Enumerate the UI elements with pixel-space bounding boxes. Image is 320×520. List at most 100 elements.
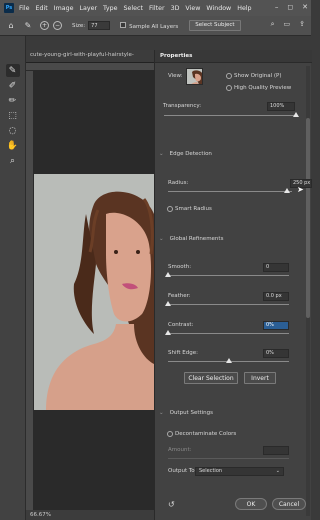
- shift-edge-label: Shift Edge:: [168, 350, 198, 356]
- transparency-slider[interactable]: [164, 115, 296, 116]
- invert-button[interactable]: Invert: [244, 372, 276, 384]
- shift-edge-input[interactable]: 0%: [263, 349, 289, 358]
- smooth-slider[interactable]: [168, 275, 289, 276]
- menu-help[interactable]: Help: [237, 5, 251, 12]
- clear-selection-button[interactable]: Clear Selection: [184, 372, 238, 384]
- workspace-icon[interactable]: ▭: [284, 20, 291, 29]
- panel-scrollbar[interactable]: [306, 66, 310, 516]
- view-thumbnail-image: [187, 69, 202, 84]
- menu-view[interactable]: View: [185, 5, 200, 12]
- vertical-ruler: [26, 71, 34, 511]
- amount-input: [263, 446, 289, 455]
- transparency-input[interactable]: 100%: [267, 102, 295, 111]
- refine-edge-brush-icon[interactable]: ✐: [6, 79, 20, 92]
- quick-selection-tool-icon[interactable]: ✎: [5, 64, 20, 77]
- document-tab[interactable]: cute-young-girl-with-playful-hairstyle-: [30, 52, 134, 58]
- global-refinements-title: Global Refinements: [169, 236, 224, 242]
- maximize-icon[interactable]: ◻: [287, 3, 293, 11]
- chevron-down-icon: ⌄: [159, 151, 164, 157]
- menu-file[interactable]: File: [19, 5, 30, 12]
- status-bar: 66.67%: [26, 510, 154, 520]
- search-icon[interactable]: ⌕: [271, 20, 275, 29]
- canvas-area[interactable]: [34, 71, 154, 511]
- menu-layer[interactable]: Layer: [79, 5, 97, 12]
- amount-slider: [168, 458, 289, 459]
- minimize-icon[interactable]: –: [275, 3, 279, 11]
- share-icon[interactable]: ⇪: [299, 20, 305, 29]
- contrast-input[interactable]: 0%: [263, 321, 289, 330]
- sample-all-layers-checkbox[interactable]: [120, 21, 127, 28]
- smart-radius-checkbox[interactable]: [167, 206, 173, 212]
- view-mode-thumbnail[interactable]: [186, 68, 203, 85]
- contrast-slider[interactable]: [168, 333, 289, 334]
- shift-edge-slider-thumb[interactable]: [225, 358, 232, 363]
- options-right-icons: ⌕ ▭ ⇪: [271, 20, 305, 29]
- global-refinements-header[interactable]: ⌄ Global Refinements: [159, 236, 223, 242]
- edge-detection-header[interactable]: ⌄ Edge Detection: [159, 151, 212, 157]
- brush-tool-icon[interactable]: ✎: [23, 21, 33, 31]
- radius-label: Radius:: [168, 180, 189, 186]
- high-quality-preview-label: High Quality Preview: [234, 85, 292, 91]
- feather-input[interactable]: 0.0 px: [263, 292, 289, 301]
- lasso-tool-icon[interactable]: ◌: [6, 124, 20, 137]
- output-to-dropdown[interactable]: Selection ⌄: [195, 467, 284, 476]
- menu-window[interactable]: Window: [206, 5, 231, 12]
- contrast-slider-thumb[interactable]: [165, 330, 171, 335]
- add-mode-icon[interactable]: +: [40, 21, 49, 30]
- portrait-image: [34, 174, 154, 410]
- smooth-input[interactable]: 0: [263, 263, 289, 272]
- home-icon[interactable]: ⌂: [6, 21, 16, 31]
- high-quality-preview-radio[interactable]: [226, 85, 232, 91]
- output-settings-header[interactable]: ⌄ Output Settings: [159, 410, 213, 416]
- decontaminate-colors-checkbox[interactable]: [167, 431, 173, 437]
- feather-label: Feather:: [168, 293, 191, 299]
- cancel-button[interactable]: Cancel: [272, 498, 306, 510]
- properties-panel: Properties View: Show Original (P) High …: [154, 50, 312, 520]
- ok-button[interactable]: OK: [235, 498, 267, 510]
- contrast-label: Contrast:: [168, 322, 194, 328]
- horizontal-ruler: [26, 63, 154, 71]
- feather-slider-thumb[interactable]: [165, 301, 171, 306]
- properties-tab[interactable]: Properties: [155, 50, 312, 63]
- hand-tool-icon[interactable]: ✋: [6, 139, 20, 152]
- output-to-value: Selection: [199, 468, 223, 474]
- smooth-slider-thumb[interactable]: [165, 272, 171, 277]
- zoom-level[interactable]: 66.67%: [30, 512, 51, 518]
- menu-type[interactable]: Type: [103, 5, 117, 12]
- view-label: View:: [168, 73, 183, 79]
- document-tab-bar: cute-young-girl-with-playful-hairstyle-: [26, 50, 154, 63]
- show-original-radio[interactable]: [226, 73, 232, 79]
- feather-slider[interactable]: [168, 304, 289, 305]
- sample-all-layers[interactable]: Sample All Layers: [120, 21, 179, 30]
- edge-detection-title: Edge Detection: [169, 151, 212, 157]
- mouse-cursor-icon: ➤: [297, 185, 304, 194]
- properties-tab-label: Properties: [160, 53, 193, 59]
- tools-panel: ✎ ✐ ✏ ⬚ ◌ ✋ ⌕: [0, 36, 26, 520]
- transparency-slider-thumb[interactable]: [293, 112, 299, 117]
- menu-image[interactable]: Image: [54, 5, 74, 12]
- scrollbar-thumb[interactable]: [306, 118, 310, 318]
- menu-edit[interactable]: Edit: [36, 5, 48, 12]
- smooth-label: Smooth:: [168, 264, 192, 270]
- brush-tool-icon[interactable]: ✏: [6, 94, 20, 107]
- output-to-label: Output To:: [168, 468, 197, 474]
- window-controls: – ◻ ✕: [275, 3, 308, 11]
- zoom-tool-icon[interactable]: ⌕: [6, 154, 20, 167]
- close-icon[interactable]: ✕: [302, 3, 308, 11]
- object-selection-tool-icon[interactable]: ⬚: [6, 109, 20, 122]
- radius-slider[interactable]: [168, 191, 292, 192]
- reset-icon[interactable]: ↺: [168, 500, 175, 509]
- photoshop-logo: Ps: [4, 3, 14, 13]
- size-input[interactable]: 77: [88, 21, 111, 30]
- subtract-mode-icon[interactable]: −: [53, 21, 62, 30]
- select-subject-button[interactable]: Select Subject: [189, 20, 241, 31]
- radius-slider-thumb[interactable]: [284, 188, 291, 193]
- sample-all-layers-label: Sample All Layers: [129, 23, 179, 30]
- menu-3d[interactable]: 3D: [171, 5, 180, 12]
- decontaminate-colors-label: Decontaminate Colors: [175, 431, 237, 437]
- menu-select[interactable]: Select: [124, 5, 143, 12]
- show-original-label: Show Original (P): [234, 73, 282, 79]
- menu-filter[interactable]: Filter: [149, 5, 165, 12]
- chevron-down-icon: ⌄: [159, 236, 164, 242]
- transparency-label: Transparency:: [163, 103, 202, 109]
